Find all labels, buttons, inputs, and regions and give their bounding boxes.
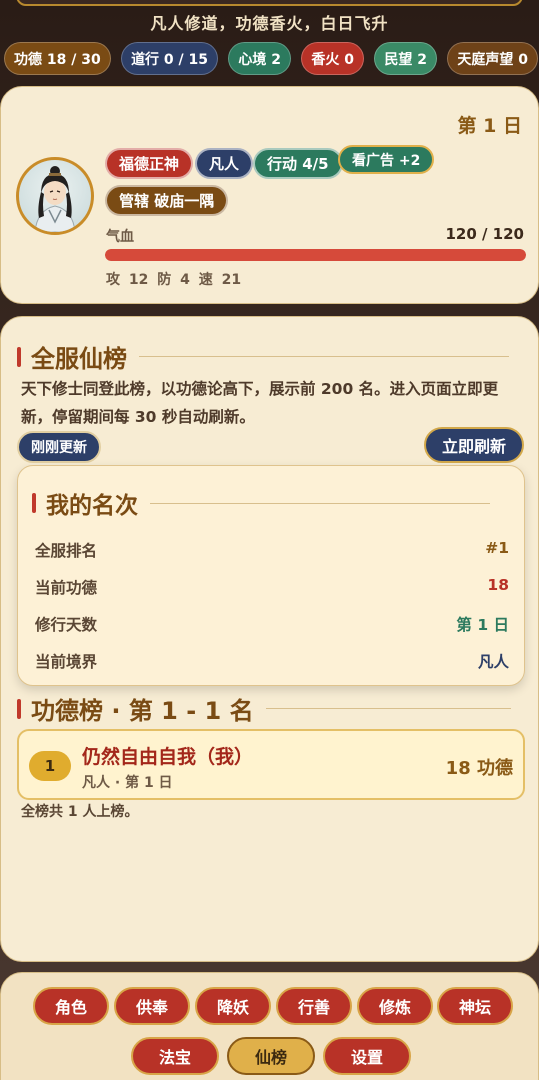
total-count: 全榜共 1 人上榜。 xyxy=(21,804,139,820)
list-title-text: 功德榜 · 第 1 - 1 名 xyxy=(31,697,254,725)
stat-dao: 道行 0 / 15 xyxy=(121,42,219,75)
rank-row-days: 修行天数 第 1 日 xyxy=(35,613,509,635)
rank-row-merit: 当前功德 18 xyxy=(35,576,509,598)
avatar xyxy=(16,157,94,235)
list-title: 功德榜 · 第 1 - 1 名 xyxy=(17,691,511,726)
title-accent-bar xyxy=(32,493,36,513)
leaderboard-panel: 全服仙榜 天下修士同登此榜，以功德论高下，展示前 200 名。进入页面立即更新，… xyxy=(0,316,539,962)
watch-ad-button[interactable]: 看广告 +2 xyxy=(338,145,435,174)
character-panel: 第 1 日 福德正神 凡人 行动 4/5 看广告 +2 管辖 破庙一隅 气血 1… xyxy=(0,86,539,304)
board-title: 全服仙榜 xyxy=(17,339,509,374)
nav-altar-button[interactable]: 神坛 xyxy=(437,987,513,1025)
rank-row-realm: 当前境界 凡人 xyxy=(35,650,509,672)
hp-label: 气血 xyxy=(106,229,134,245)
combat-stats: 攻 12 防 4 速 21 xyxy=(106,272,242,288)
nav-offering-button[interactable]: 供奉 xyxy=(114,987,190,1025)
nav-charity-button[interactable]: 行善 xyxy=(276,987,352,1025)
realm-tag: 凡人 xyxy=(195,148,254,179)
nav-treasure-button[interactable]: 法宝 xyxy=(131,1037,219,1075)
my-rank-title: 我的名次 xyxy=(32,486,490,520)
hp-value: 120 / 120 xyxy=(445,225,524,243)
rank-row-key: 全服排名 xyxy=(35,542,98,560)
rank-row-key: 当前功德 xyxy=(35,579,98,597)
rank-row-key: 修行天数 xyxy=(35,616,98,634)
rank-row-key: 当前境界 xyxy=(35,653,98,671)
entry-rank-badge: 1 xyxy=(29,751,71,781)
day-counter: 第 1 日 xyxy=(457,115,522,137)
nav-settings-button[interactable]: 设置 xyxy=(323,1037,411,1075)
rank-row-value: #1 xyxy=(485,539,509,557)
portrait-cultivator-icon xyxy=(34,166,76,232)
rank-row-value: 第 1 日 xyxy=(456,616,509,634)
list-item[interactable]: 1 仍然自由自我（我） 凡人 · 第 1 日 18 功德 xyxy=(17,729,525,800)
stat-mind: 心境 2 xyxy=(228,42,292,75)
stat-reputation: 民望 2 xyxy=(374,42,437,75)
rank-row-value: 18 xyxy=(487,576,509,594)
entry-merit: 18 功德 xyxy=(445,758,513,779)
stat-incense: 香火 0 xyxy=(301,42,364,75)
board-title-text: 全服仙榜 xyxy=(31,345,127,373)
refresh-now-button[interactable]: 立即刷新 xyxy=(423,427,524,463)
my-rank-title-text: 我的名次 xyxy=(46,493,138,519)
title-accent-bar xyxy=(17,346,21,367)
title-divider xyxy=(139,356,509,357)
board-description: 天下修士同登此榜，以功德论高下，展示前 200 名。进入页面立即更新，停留期间每… xyxy=(21,380,499,426)
nav-character-button[interactable]: 角色 xyxy=(33,987,109,1025)
title-accent-bar xyxy=(17,698,21,719)
my-rank-card: 我的名次 全服排名 #1 当前功德 18 修行天数 第 1 日 当前境界 凡人 xyxy=(17,465,525,686)
entry-name: 仍然自由自我（我） xyxy=(82,746,254,768)
entry-meta: 凡人 · 第 1 日 xyxy=(82,775,173,791)
deity-tag: 福德正神 xyxy=(105,148,194,179)
stat-heaven-prestige: 天庭声望 0 xyxy=(447,42,538,75)
updated-badge: 刚刚更新 xyxy=(17,431,101,463)
stat-merit: 功德 18 / 30 xyxy=(4,42,111,75)
hp-bar-fill xyxy=(105,249,526,261)
nav-cultivate-button[interactable]: 修炼 xyxy=(357,987,433,1025)
stats-row: 功德 18 / 30 道行 0 / 15 心境 2 香火 0 民望 2 天庭声望… xyxy=(4,42,538,75)
top-frame xyxy=(16,0,523,6)
title-divider xyxy=(265,708,511,709)
title-divider xyxy=(150,502,490,504)
nav-demon-button[interactable]: 降妖 xyxy=(195,987,271,1025)
rank-row-value: 凡人 xyxy=(477,653,509,671)
jurisdiction-tag: 管辖 破庙一隅 xyxy=(105,185,229,216)
bottom-nav: 角色 供奉 降妖 行善 修炼 神坛 法宝 仙榜 设置 xyxy=(0,972,539,1080)
hp-bar xyxy=(105,249,526,261)
nav-leaderboard-button[interactable]: 仙榜 xyxy=(227,1037,315,1075)
action-points-tag: 行动 4/5 xyxy=(253,148,343,179)
game-subtitle: 凡人修道，功德香火，白日飞升 xyxy=(150,14,389,33)
rank-row-server: 全服排名 #1 xyxy=(35,539,509,561)
